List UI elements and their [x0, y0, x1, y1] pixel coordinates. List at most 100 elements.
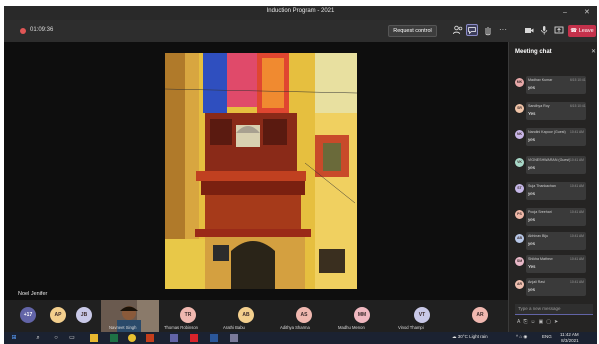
sender-avatar: MK — [515, 78, 524, 87]
message-time: 10:41 AM — [570, 184, 584, 188]
sender-avatar: SM — [515, 257, 524, 266]
participant-strip: +17 AP JB Navneet Singh TR Thomas Robins… — [4, 300, 508, 332]
meeting-chat-panel: Meeting chat ✕ MK Madhav Kumar 6/15 10:4… — [508, 42, 597, 332]
chat-message: VK VIGNESHWARAN (Guest) 10:41 AM yes — [513, 156, 595, 174]
chat-message: SM Shikha Mathew 10:41 AM Yes — [513, 255, 595, 273]
message-time: 10:41 AM — [570, 257, 584, 261]
send-icon[interactable]: ➤ — [554, 319, 561, 325]
chat-icon[interactable] — [466, 24, 478, 36]
chat-message: ST Suja Thankachan 10:41 AM yes — [513, 182, 595, 200]
leave-label: Leave — [578, 28, 594, 34]
participant-avatar[interactable]: TR — [180, 307, 196, 323]
weather-widget[interactable]: ☁ 30°C Light rain — [452, 334, 488, 340]
message-text: yes — [528, 165, 536, 170]
chrome-icon[interactable] — [128, 334, 136, 342]
title-bar: Induction Program - 2021 – ✕ — [4, 6, 597, 20]
participant-avatar[interactable]: AS — [296, 307, 312, 323]
message-bubble: Sandhya Roy 6/15 10:41 Yes — [526, 102, 586, 120]
message-bubble: VIGNESHWARAN (Guest) 10:41 AM yes — [526, 156, 586, 174]
language-indicator[interactable]: ENG — [542, 334, 552, 339]
weather-text: 30°C Light rain — [457, 334, 488, 339]
request-control-button[interactable]: Request control — [388, 25, 437, 37]
sender-name: Abhinav Biju — [528, 234, 548, 238]
more-icon[interactable]: ··· — [497, 24, 509, 36]
teams-icon[interactable] — [170, 334, 178, 342]
teams-window: Induction Program - 2021 – ✕ 01:09:36 Re… — [4, 6, 597, 344]
participant-avatar[interactable]: AB — [238, 307, 254, 323]
sender-name: Shikha Mathew — [528, 257, 553, 261]
close-chat-icon[interactable]: ✕ — [591, 48, 596, 55]
participant-avatar[interactable]: VT — [414, 307, 430, 323]
word-icon[interactable] — [210, 334, 218, 342]
people-icon[interactable] — [452, 24, 464, 36]
participant-name: Navneet Singh — [109, 325, 137, 330]
message-bubble: Madhav Kumar 6/15 10:41 yes — [526, 76, 586, 94]
minimize-icon[interactable]: – — [563, 8, 567, 17]
chat-message: AB Abhinav Biju 10:41 AM yes — [513, 232, 595, 250]
camera-icon[interactable] — [523, 24, 535, 36]
clock[interactable]: 11:42 AM 8/3/2021 — [560, 332, 579, 344]
hang-up-icon: ☎ — [570, 28, 578, 34]
windows-taskbar: ⊞ ⌕ ○ ▭ ☁ 30°C Light rain ^ ⌂ ◉ ENG 11:4… — [4, 332, 597, 344]
shared-screen-stage: Noel Jenifer — [4, 42, 508, 300]
pen-icon[interactable] — [230, 334, 238, 342]
message-text: yes — [528, 137, 536, 142]
message-bubble: Suja Thankachan 10:41 AM yes — [526, 182, 586, 200]
close-window-icon[interactable]: ✕ — [584, 8, 590, 17]
message-text: yes — [528, 217, 536, 222]
sender-name: Madhav Kumar — [528, 78, 553, 82]
recording-indicator — [20, 28, 26, 34]
sender-name: Suja Thankachan — [528, 184, 556, 188]
message-time: 10:41 AM — [570, 234, 584, 238]
leave-button[interactable]: ☎ Leave — [568, 25, 596, 37]
sender-avatar: AR — [515, 280, 524, 289]
sender-name: Nandini Kapoor (Guest) — [528, 130, 566, 134]
message-text: yes — [528, 241, 536, 246]
message-bubble: Shikha Mathew 10:41 AM Yes — [526, 255, 586, 273]
participant-name: Vinod Thampi — [398, 325, 424, 330]
message-text: yes — [528, 191, 536, 196]
sender-avatar: AB — [515, 234, 524, 243]
mic-icon[interactable] — [538, 24, 550, 36]
participant-avatar[interactable]: MM — [354, 307, 370, 323]
chat-message: PS Pooja Sreehari 10:41 AM yes — [513, 208, 595, 226]
powerpoint-icon[interactable] — [146, 334, 154, 342]
excel-icon[interactable] — [110, 334, 118, 342]
sticker-icon[interactable]: ▢ — [546, 319, 554, 325]
weather-icon: ☁ — [452, 334, 457, 339]
participant-name: Arathi Babu — [223, 325, 245, 330]
message-time: 6/15 10:41 — [570, 78, 586, 82]
participant-name: Madhu Menon — [338, 325, 365, 330]
participant-video-tile[interactable]: Navneet Singh — [101, 300, 159, 332]
message-text: Yes — [528, 111, 536, 116]
sender-name: Pooja Sreehari — [528, 210, 552, 214]
meeting-timer: 01:09:36 — [30, 27, 54, 33]
chat-message: SR Sandhya Roy 6/15 10:41 Yes — [513, 102, 595, 120]
sender-name: VIGNESHWARAN (Guest) — [528, 158, 570, 162]
file-explorer-icon[interactable] — [90, 334, 98, 342]
raise-hand-icon[interactable] — [482, 24, 494, 36]
system-tray-icons[interactable]: ^ ⌂ ◉ — [516, 334, 527, 340]
task-view-icon[interactable]: ▭ — [68, 334, 76, 342]
message-bubble: Anjali Ravi 10:41 AM yes — [526, 278, 586, 296]
message-time: 6/15 10:41 — [570, 104, 586, 108]
chat-message: AR Anjali Ravi 10:41 AM yes — [513, 278, 595, 296]
message-time: 10:41 AM — [570, 210, 584, 214]
sender-avatar: PS — [515, 210, 524, 219]
message-time: 10:41 AM — [570, 158, 584, 162]
acrobat-icon[interactable] — [190, 334, 198, 342]
participant-avatar[interactable]: AP — [50, 307, 66, 323]
sender-avatar: ST — [515, 184, 524, 193]
share-icon[interactable] — [553, 24, 565, 36]
cortana-icon[interactable]: ○ — [52, 334, 60, 342]
participant-avatar[interactable]: AR — [472, 307, 488, 323]
chat-compose-input[interactable]: Type a new message — [515, 304, 593, 315]
participant-name: Thomas Robinson — [164, 325, 198, 330]
overflow-participants-avatar[interactable]: +17 — [20, 307, 36, 323]
participant-avatar[interactable]: JB — [76, 307, 92, 323]
windows-icon[interactable]: ⊞ — [10, 334, 18, 342]
clock-date: 8/3/2021 — [561, 338, 579, 343]
search-icon[interactable]: ⌕ — [34, 334, 42, 342]
sender-avatar: NK — [515, 130, 524, 139]
compose-toolbar: A⎘☺▣▢➤ — [517, 319, 561, 325]
